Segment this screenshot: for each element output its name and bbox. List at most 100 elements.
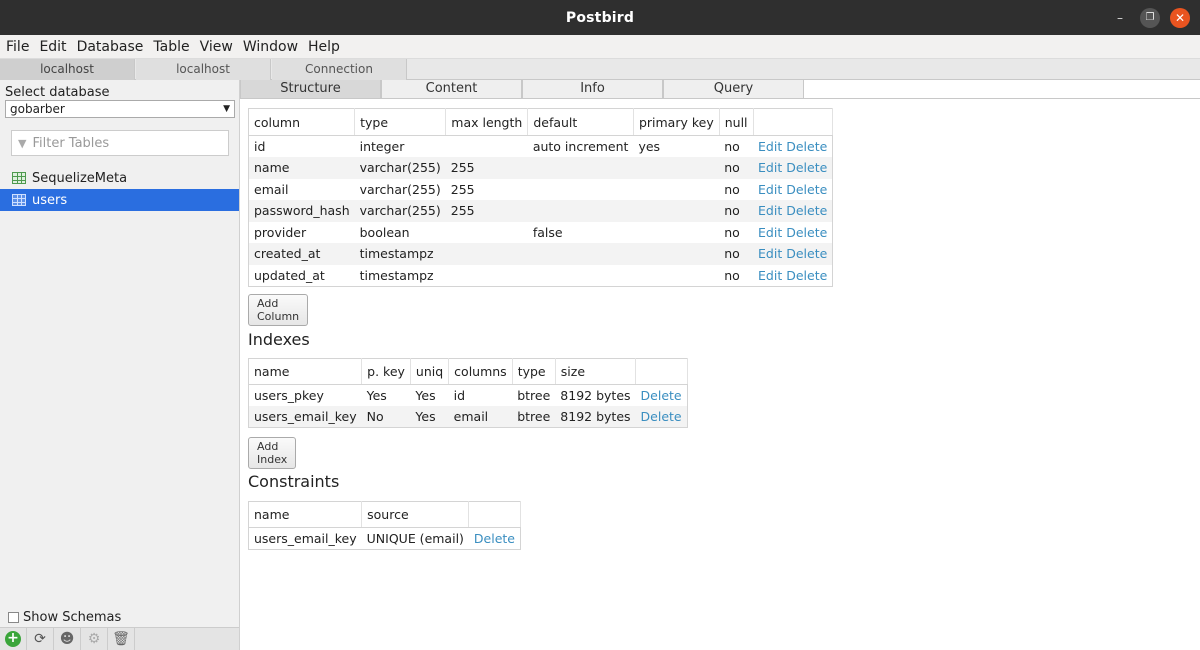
cell: auto increment	[532, 139, 629, 154]
tab-structure[interactable]: Structure	[240, 80, 381, 99]
plus-icon: +	[5, 631, 21, 647]
add-column-button[interactable]: Add Column	[248, 294, 309, 326]
edit-link[interactable]: Edit	[758, 139, 782, 154]
cell: 8192 bytes	[555, 406, 636, 428]
connection-tab-2[interactable]: localhost	[136, 59, 271, 80]
cell	[633, 157, 720, 179]
cell: updated_at	[254, 267, 325, 283]
window-controls: – ❐ ✕	[1110, 8, 1190, 28]
select-database-label: Select database	[5, 85, 110, 100]
minimize-icon[interactable]: –	[1110, 8, 1130, 28]
delete-link[interactable]: Delete	[786, 160, 827, 175]
table-row: provider boolean false no Edit Delete	[249, 222, 833, 244]
cell: users_pkey	[254, 388, 324, 403]
edit-link[interactable]: Edit	[758, 268, 782, 283]
cell: no	[719, 243, 754, 265]
cell: email	[254, 181, 289, 197]
cell: Yes	[415, 388, 436, 403]
menu-table[interactable]: Table	[153, 39, 189, 55]
cell	[527, 200, 634, 222]
cell: yes	[638, 139, 661, 154]
table-item-label: SequelizeMeta	[32, 170, 128, 186]
columns-table: column type max length default primary k…	[248, 108, 834, 287]
delete-link[interactable]: Delete	[786, 225, 827, 240]
column-header: uniq	[410, 358, 450, 385]
cell	[527, 243, 634, 265]
table-item-users[interactable]: users	[0, 189, 239, 211]
close-icon[interactable]: ✕	[1170, 8, 1190, 28]
menu-file[interactable]: File	[6, 39, 29, 55]
connection-tab-1[interactable]: localhost	[0, 59, 135, 80]
table-row: password_hash varchar(255) 255 no Edit D…	[248, 200, 833, 222]
column-header: name	[248, 501, 363, 528]
column-header: columns	[448, 358, 513, 385]
tab-content[interactable]: Content	[381, 80, 522, 99]
delete-link[interactable]: Delete	[786, 246, 827, 261]
cell: varchar(255)	[359, 181, 441, 197]
drop-database-button[interactable]: 🗑	[108, 628, 135, 650]
cell: 255	[445, 157, 528, 179]
menu-view[interactable]: View	[200, 39, 233, 55]
cell: timestampz	[359, 267, 434, 283]
tab-query[interactable]: Query	[663, 80, 804, 99]
table-row: updated_at timestampz no Edit Delete	[249, 265, 833, 287]
cell: email	[448, 406, 513, 428]
cell	[633, 243, 720, 265]
cell: no	[724, 224, 740, 240]
table-row: created_at timestampz no Edit Delete	[248, 243, 833, 265]
add-index-button[interactable]: Add Index	[248, 437, 297, 469]
row-actions: Edit Delete	[753, 222, 833, 244]
table-item-label: users	[32, 192, 68, 208]
delete-link[interactable]: Delete	[786, 268, 827, 283]
constraints-table: name source users_email_key UNIQUE (emai…	[248, 501, 521, 550]
edit-link[interactable]: Edit	[758, 225, 782, 240]
table-row: users_email_key UNIQUE (email) Delete	[249, 528, 521, 550]
edit-link[interactable]: Edit	[758, 203, 782, 218]
column-header: null	[719, 108, 754, 136]
delete-link[interactable]: Delete	[641, 388, 682, 403]
restore-icon[interactable]: ❐	[1140, 8, 1160, 28]
delete-link[interactable]: Delete	[474, 531, 515, 546]
table-item-sequelizemeta[interactable]: SequelizeMeta	[0, 167, 239, 189]
menu-database[interactable]: Database	[77, 39, 144, 55]
cell	[446, 222, 528, 244]
filter-tables-input[interactable]: ▼ Filter Tables	[11, 130, 229, 156]
show-schemas-checkbox[interactable]	[8, 612, 19, 623]
cell: 255	[445, 200, 528, 222]
table-header-row: column type max length default primary k…	[248, 108, 834, 136]
database-select[interactable]: gobarber ▼	[5, 100, 235, 118]
column-header: max length	[445, 108, 529, 136]
cell: boolean	[359, 224, 410, 240]
table-row: users_pkey Yes Yes id btree 8192 bytes D…	[249, 385, 688, 407]
tab-info[interactable]: Info	[522, 80, 663, 99]
menu-help[interactable]: Help	[308, 39, 340, 55]
window-title: Postbird	[565, 9, 635, 26]
cell: UNIQUE (email)	[366, 530, 464, 546]
refresh-button[interactable]: ⟳	[27, 628, 54, 650]
users-button[interactable]: ☻	[54, 628, 81, 650]
settings-button[interactable]: ⚙	[81, 628, 108, 650]
show-schemas-label: Show Schemas	[23, 610, 122, 625]
connection-tabs: localhost localhost Connection	[0, 59, 1200, 80]
delete-link[interactable]: Delete	[786, 203, 827, 218]
menu-bar: File Edit Database Table View Window Hel…	[0, 35, 1200, 59]
add-database-button[interactable]: +	[0, 628, 27, 650]
delete-link[interactable]: Delete	[786, 182, 827, 197]
edit-link[interactable]: Edit	[758, 182, 782, 197]
delete-link[interactable]: Delete	[641, 409, 682, 424]
filter-placeholder: Filter Tables	[32, 135, 110, 151]
show-schemas-toggle[interactable]: Show Schemas	[8, 610, 121, 625]
menu-edit[interactable]: Edit	[39, 39, 66, 55]
column-header: size	[555, 358, 637, 385]
edit-link[interactable]: Edit	[758, 246, 782, 261]
row-actions: Edit Delete	[753, 243, 833, 265]
cell: no	[724, 139, 740, 154]
row-actions: Delete	[469, 528, 521, 550]
column-header: name	[248, 358, 363, 385]
connection-tab-new[interactable]: Connection	[272, 59, 407, 80]
edit-link[interactable]: Edit	[758, 160, 782, 175]
cell: users_email_key	[248, 406, 362, 428]
menu-window[interactable]: Window	[243, 39, 298, 55]
cell: No	[361, 406, 411, 428]
delete-link[interactable]: Delete	[786, 139, 827, 154]
